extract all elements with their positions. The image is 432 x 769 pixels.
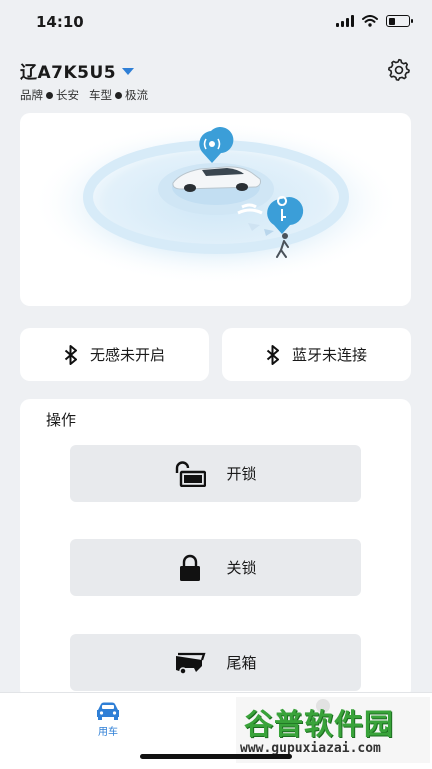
car-icon (97, 702, 119, 720)
unlock-label: 开锁 (226, 465, 257, 483)
brand-value: 长安 (56, 88, 79, 102)
gear-icon[interactable] (386, 57, 412, 83)
car-visual-card (20, 113, 411, 306)
battery-icon (386, 15, 413, 27)
car-position-illustration (31, 121, 401, 285)
lock-icon (174, 554, 206, 582)
lock-label: 关锁 (226, 559, 257, 577)
car-selector[interactable]: 辽A7K5U5 (20, 58, 148, 83)
separator-dot (46, 91, 53, 99)
caret-down-icon[interactable] (122, 68, 135, 75)
car-info: 品牌 长安 车型 极流 (20, 87, 148, 103)
bluetooth-status-label: 蓝牙未连接 (291, 346, 367, 364)
status-icons (336, 15, 413, 27)
unlock-button[interactable]: 开锁 (70, 445, 361, 502)
unlock-icon (174, 460, 207, 488)
status-bar: 14:10 (0, 0, 432, 44)
car-header: 辽A7K5U5 品牌 长安 车型 极流 (20, 58, 148, 103)
wifi-icon (362, 15, 378, 27)
car-plate: 辽A7K5U5 (20, 63, 117, 83)
brand-label: 品牌 (20, 88, 43, 102)
separator-dot (115, 91, 122, 99)
home-indicator[interactable] (140, 754, 292, 759)
trunk-button[interactable]: 尾箱 (70, 634, 361, 691)
status-time: 14:10 (36, 13, 84, 31)
trunk-label: 尾箱 (226, 654, 257, 672)
watermark-title: 谷普软件园 (244, 707, 395, 741)
keyless-status-label: 无感未开启 (89, 346, 165, 364)
lock-button[interactable]: 关锁 (70, 539, 361, 596)
bluetooth-icon (64, 344, 77, 365)
model-value: 极流 (125, 88, 148, 102)
model-label: 车型 (89, 88, 112, 102)
operations-card: 操作 开锁 关锁 尾箱 (20, 399, 411, 699)
keyless-status-card[interactable]: 无感未开启 (20, 328, 209, 381)
tab-car[interactable]: 用车 (90, 701, 126, 738)
cellular-signal-icon (336, 15, 354, 27)
bluetooth-icon (266, 344, 279, 365)
trunk-icon (174, 649, 207, 677)
operations-title: 操作 (46, 411, 77, 429)
bluetooth-status-card[interactable]: 蓝牙未连接 (222, 328, 411, 381)
tab-car-label: 用车 (98, 727, 118, 738)
